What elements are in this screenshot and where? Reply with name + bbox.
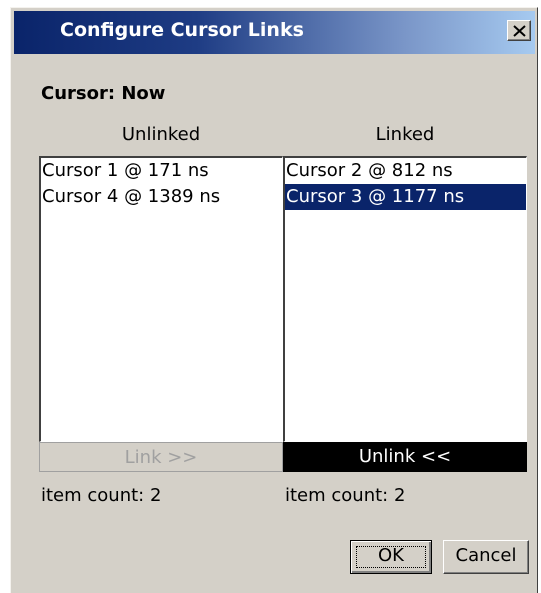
list-item-selected[interactable]: Cursor 3 @ 1177 ns xyxy=(285,184,526,210)
link-button[interactable]: Link >> xyxy=(39,442,283,472)
list-item[interactable]: Cursor 4 @ 1389 ns xyxy=(41,184,282,210)
linked-item-count: item count: 2 xyxy=(285,485,406,506)
list-item[interactable]: Cursor 2 @ 812 ns xyxy=(285,158,526,184)
configure-cursor-links-dialog: Configure Cursor Links Cursor: Now Unlin… xyxy=(10,7,538,593)
title-bar[interactable]: Configure Cursor Links xyxy=(14,11,535,54)
ok-label: OK xyxy=(378,545,404,566)
window-title: Configure Cursor Links xyxy=(60,19,304,41)
linked-header: Linked xyxy=(375,124,435,145)
close-button[interactable] xyxy=(507,20,531,41)
cancel-button[interactable]: Cancel xyxy=(443,540,529,574)
unlinked-item-count: item count: 2 xyxy=(41,485,162,506)
unlink-button[interactable]: Unlink << xyxy=(283,442,527,472)
list-item[interactable]: Cursor 1 @ 171 ns xyxy=(41,158,282,184)
unlinked-list[interactable]: Cursor 1 @ 171 ns Cursor 4 @ 1389 ns xyxy=(39,156,283,442)
unlinked-header: Unlinked xyxy=(121,124,201,145)
cursor-label: Cursor: Now xyxy=(41,83,166,104)
close-icon xyxy=(513,25,526,37)
linked-list[interactable]: Cursor 2 @ 812 ns Cursor 3 @ 1177 ns xyxy=(283,156,527,442)
ok-button[interactable]: OK xyxy=(350,540,432,574)
